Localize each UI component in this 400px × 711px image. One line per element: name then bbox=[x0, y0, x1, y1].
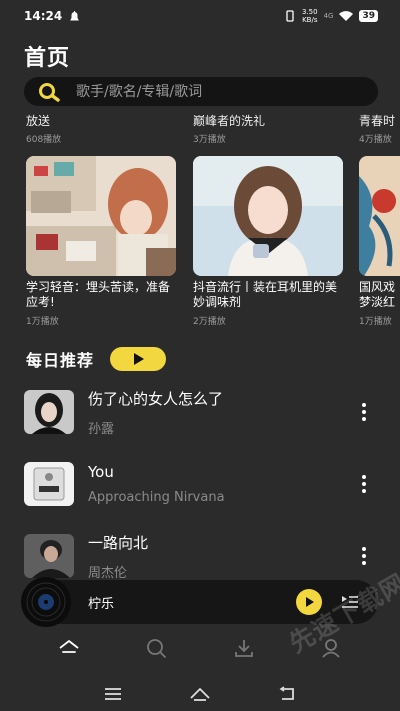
song-artist: 周杰伦 bbox=[88, 565, 128, 581]
playlist-play-count: 2万播放 bbox=[193, 317, 226, 327]
tab-profile[interactable] bbox=[311, 628, 351, 668]
play-all-button[interactable] bbox=[110, 347, 167, 371]
playlist-title: 巅峰者的洗礼 bbox=[193, 114, 266, 128]
playlist-carousel[interactable]: 放送 608播放 巅峰者的洗礼 3万播放 青春时 4万播放 学习轻音：埋头苦读，… bbox=[0, 112, 400, 327]
download-icon bbox=[234, 640, 253, 657]
section-title: 每日推荐 bbox=[26, 351, 95, 370]
playlist-title: 抖音流行丨装在耳机里的美妙调味剂 bbox=[193, 280, 338, 309]
playlist-card[interactable]: 抖音流行丨装在耳机里的美妙调味剂 2万播放 bbox=[193, 156, 343, 327]
tab-search[interactable] bbox=[136, 628, 176, 668]
playlist-play-count: 3万播放 bbox=[193, 135, 226, 145]
search-icon bbox=[39, 82, 60, 102]
tab-download[interactable] bbox=[224, 628, 264, 668]
song-title: You bbox=[88, 463, 114, 481]
playlist-title: 放送 bbox=[26, 114, 51, 128]
system-navigation-bar bbox=[0, 676, 400, 711]
vinyl-disc-icon bbox=[21, 577, 71, 627]
playlist-play-count: 1万播放 bbox=[359, 317, 392, 327]
search-input[interactable] bbox=[76, 83, 336, 100]
playlist-cover bbox=[26, 156, 176, 276]
notification-icon bbox=[70, 10, 80, 20]
song-list-item[interactable]: 伤了心的女人怎么了 孙露 bbox=[24, 387, 374, 437]
song-cover bbox=[24, 462, 74, 506]
song-title: 伤了心的女人怎么了 bbox=[88, 389, 224, 408]
battery-level: 39 bbox=[359, 10, 378, 22]
song-list-item[interactable]: You Approaching Nirvana bbox=[24, 459, 374, 509]
song-artist: 孙露 bbox=[88, 421, 115, 437]
playlist-card[interactable]: 学习轻音：埋头苦读，准备应考! 1万播放 bbox=[26, 156, 176, 327]
vibrate-icon bbox=[286, 10, 294, 22]
playlist-play-count: 4万播放 bbox=[359, 135, 392, 145]
song-cover bbox=[24, 390, 74, 434]
playlist-partial[interactable]: 巅峰者的洗礼 3万播放 bbox=[193, 112, 353, 145]
playlist-cover bbox=[193, 156, 343, 276]
menu-icon[interactable] bbox=[104, 687, 122, 701]
home-icon bbox=[59, 640, 79, 653]
network-type: 4G bbox=[323, 12, 334, 20]
song-title: 一路向北 bbox=[88, 533, 149, 552]
more-options-icon[interactable] bbox=[354, 397, 374, 427]
status-time: 14:24 bbox=[24, 9, 63, 23]
playlist-partial[interactable]: 青春时 4万播放 bbox=[359, 112, 400, 145]
playlist-play-count: 608播放 bbox=[26, 135, 62, 145]
playlist-partial[interactable]: 放送 608播放 bbox=[26, 112, 186, 145]
playlist-play-count: 1万播放 bbox=[26, 317, 59, 327]
page-title: 首页 bbox=[24, 46, 71, 71]
song-artist: Approaching Nirvana bbox=[88, 490, 225, 505]
playlist-title: 学习轻音：埋头苦读，准备应考! bbox=[26, 280, 171, 309]
more-options-icon[interactable] bbox=[354, 541, 374, 571]
playlist-card[interactable]: 国风戏梦淡红 1万播放 bbox=[359, 156, 400, 327]
profile-icon bbox=[322, 639, 340, 658]
playlist-title: 国风戏梦淡红 bbox=[359, 280, 396, 309]
wifi-icon bbox=[339, 10, 354, 21]
search-icon bbox=[147, 639, 167, 658]
play-icon bbox=[306, 597, 314, 607]
more-options-icon[interactable] bbox=[354, 469, 374, 499]
song-list-item[interactable]: 一路向北 周杰伦 bbox=[24, 531, 374, 581]
bottom-tab-bar bbox=[0, 628, 400, 668]
daily-recommend-header: 每日推荐 bbox=[26, 347, 167, 371]
search-bar[interactable] bbox=[24, 77, 378, 106]
playlist-cover bbox=[359, 156, 400, 276]
status-bar: 14:24 3.50 KB/s 4G 39 bbox=[0, 0, 400, 32]
home-icon[interactable] bbox=[189, 686, 211, 702]
network-speed: 3.50 KB/s bbox=[301, 8, 318, 24]
now-playing-title: 柠乐 bbox=[88, 596, 115, 612]
playlist-title: 青春时 bbox=[359, 114, 396, 128]
song-cover bbox=[24, 534, 74, 578]
play-icon bbox=[134, 353, 145, 365]
back-icon[interactable] bbox=[278, 685, 296, 702]
tab-home[interactable] bbox=[49, 628, 89, 668]
